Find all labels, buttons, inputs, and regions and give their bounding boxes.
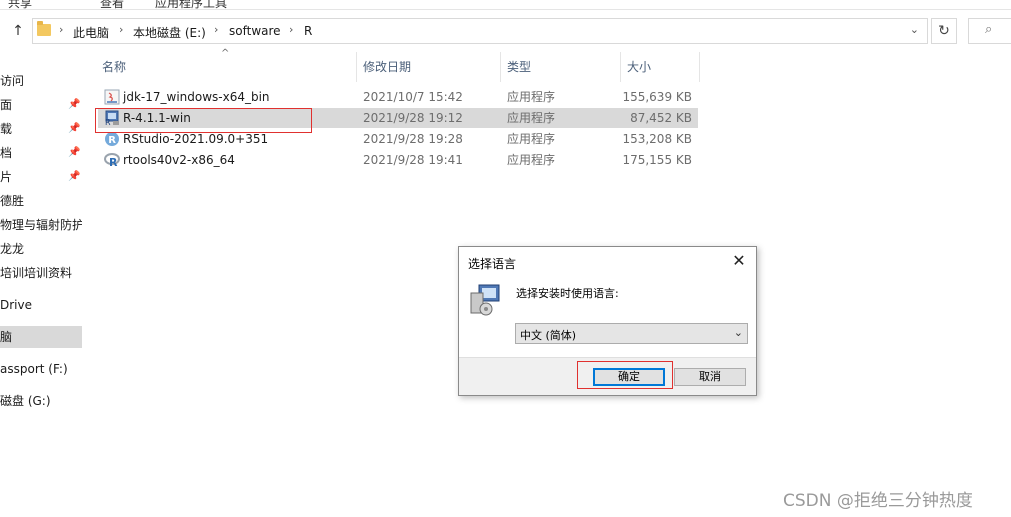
nav-item-drive-f[interactable]: assport (F:) <box>0 358 82 380</box>
pin-icon: 📌 <box>68 99 81 110</box>
language-select-value: 中文 (简体) <box>520 329 577 342</box>
nav-item-folder-2[interactable]: 物理与辐射防护 <box>0 214 82 236</box>
file-row[interactable]: R rtools40v2-x86_64 2021/9/28 19:41 应用程序… <box>98 150 698 170</box>
address-bar[interactable]: › 此电脑 › 本地磁盘 (E:) › software › R ⌄ <box>32 18 928 44</box>
file-size: 153,208 KB <box>622 132 692 146</box>
setup-installer-icon <box>470 284 500 316</box>
nav-item-label: 物理与辐射防护 <box>0 218 82 232</box>
pin-icon: 📌 <box>68 171 81 182</box>
nav-item-folder-1[interactable]: 德胜 <box>0 190 82 212</box>
nav-item-this-pc[interactable]: 脑 <box>0 326 82 348</box>
nav-item-label: 龙龙 <box>0 242 25 256</box>
nav-item-onedrive[interactable]: Drive <box>0 294 82 316</box>
nav-item-label: 脑 <box>0 330 13 344</box>
chevron-right-icon[interactable]: › <box>59 23 63 36</box>
r-logo-icon: R <box>104 153 120 168</box>
breadcrumb-this-pc[interactable]: 此电脑 <box>73 24 109 41</box>
file-size: 155,639 KB <box>622 90 692 104</box>
column-header-size[interactable]: 大小 <box>621 52 699 82</box>
ribbon-strip: 共享 查看 应用程序工具 <box>0 0 1011 10</box>
chevron-down-icon[interactable]: ⌄ <box>910 23 919 36</box>
file-date: 2021/9/28 19:12 <box>363 111 463 125</box>
up-arrow-icon[interactable]: ↑ <box>8 20 28 42</box>
ribbon-tab-share[interactable]: 共享 <box>8 0 32 9</box>
nav-item-quick-access[interactable]: 访问 <box>0 70 82 92</box>
nav-item-label: 磁盘 (G:) <box>0 394 51 408</box>
ribbon-tab-app-tools[interactable]: 应用程序工具 <box>155 0 227 9</box>
refresh-icon: ↻ <box>938 23 950 39</box>
nav-item-folder-3[interactable]: 龙龙 <box>0 238 82 260</box>
nav-item-label: 面 <box>0 98 13 112</box>
dialog-title: 选择语言 <box>468 257 517 271</box>
nav-item-label: 培训培训资料 <box>0 266 73 280</box>
column-header-date[interactable]: 修改日期 <box>357 52 500 82</box>
file-date: 2021/9/28 19:41 <box>363 153 463 167</box>
dialog-titlebar[interactable]: 选择语言 ✕ <box>459 247 756 277</box>
nav-item-pictures[interactable]: 片 📌 <box>0 166 82 188</box>
nav-item-drive-g[interactable]: 磁盘 (G:) <box>0 390 82 412</box>
nav-item-desktop[interactable]: 面 📌 <box>0 94 82 116</box>
chevron-right-icon[interactable]: › <box>289 23 293 36</box>
nav-item-label: 访问 <box>0 74 25 88</box>
nav-item-folder-4[interactable]: 培训培训资料 <box>0 262 82 284</box>
watermark: CSDN @拒绝三分钟热度 <box>783 491 973 511</box>
file-type: 应用程序 <box>507 132 556 146</box>
file-date: 2021/9/28 19:28 <box>363 132 463 146</box>
file-size: 175,155 KB <box>622 153 692 167</box>
file-type: 应用程序 <box>507 90 556 104</box>
svg-text:R: R <box>109 156 118 168</box>
navigation-row: ↑ › 此电脑 › 本地磁盘 (E:) › software › R ⌄ ↻ ⌕ <box>0 14 1011 48</box>
file-size: 87,452 KB <box>630 111 692 125</box>
close-icon[interactable]: ✕ <box>730 252 748 270</box>
chevron-down-icon[interactable]: ⌄ <box>734 326 743 339</box>
pin-icon: 📌 <box>68 147 81 158</box>
column-header-type[interactable]: 类型 <box>501 52 620 82</box>
rstudio-icon: R <box>105 132 119 146</box>
navigation-pane: 访问 面 📌 载 📌 档 📌 片 📌 德胜 物理与辐射防护 龙龙 培训培训资料 Driv… <box>0 60 82 517</box>
breadcrumb-r[interactable]: R <box>304 24 312 38</box>
dialog-body: 选择安装时使用语言: 中文 (简体) ⌄ <box>459 277 756 357</box>
file-date: 2021/10/7 15:42 <box>363 90 463 104</box>
highlight-annotation-box <box>577 361 673 389</box>
ribbon-tab-view[interactable]: 查看 <box>100 0 124 9</box>
nav-item-label: 德胜 <box>0 194 25 208</box>
file-type: 应用程序 <box>507 111 556 125</box>
file-type: 应用程序 <box>507 153 556 167</box>
chevron-right-icon[interactable]: › <box>214 23 218 36</box>
column-divider[interactable] <box>699 52 700 82</box>
chevron-right-icon[interactable]: › <box>119 23 123 36</box>
file-row[interactable]: jdk-17_windows-x64_bin 2021/10/7 15:42 应… <box>98 87 698 107</box>
nav-item-downloads[interactable]: 载 📌 <box>0 118 82 140</box>
refresh-button[interactable]: ↻ <box>931 18 957 44</box>
nav-item-label: 片 <box>0 170 13 184</box>
highlight-annotation-box <box>95 108 312 133</box>
file-name: jdk-17_windows-x64_bin <box>123 90 270 104</box>
folder-icon <box>37 21 51 36</box>
nav-item-label: assport (F:) <box>0 362 68 376</box>
pin-icon: 📌 <box>68 123 81 134</box>
breadcrumb-software[interactable]: software <box>229 24 281 38</box>
nav-item-label: 载 <box>0 122 13 136</box>
file-name: rtools40v2-x86_64 <box>123 153 235 167</box>
nav-item-label: Drive <box>0 298 32 312</box>
java-installer-icon <box>104 89 120 105</box>
language-select[interactable]: 中文 (简体) ⌄ <box>515 323 748 344</box>
column-header-name[interactable]: 名称 <box>96 52 356 82</box>
nav-item-documents[interactable]: 档 📌 <box>0 142 82 164</box>
svg-text:R: R <box>108 135 116 146</box>
dialog-prompt: 选择安装时使用语言: <box>516 287 619 300</box>
search-input[interactable]: ⌕ <box>968 18 1011 44</box>
search-icon: ⌕ <box>985 22 993 37</box>
breadcrumb-drive-e[interactable]: 本地磁盘 (E:) <box>133 24 206 41</box>
cancel-button[interactable]: 取消 <box>674 368 746 386</box>
nav-item-label: 档 <box>0 146 13 160</box>
